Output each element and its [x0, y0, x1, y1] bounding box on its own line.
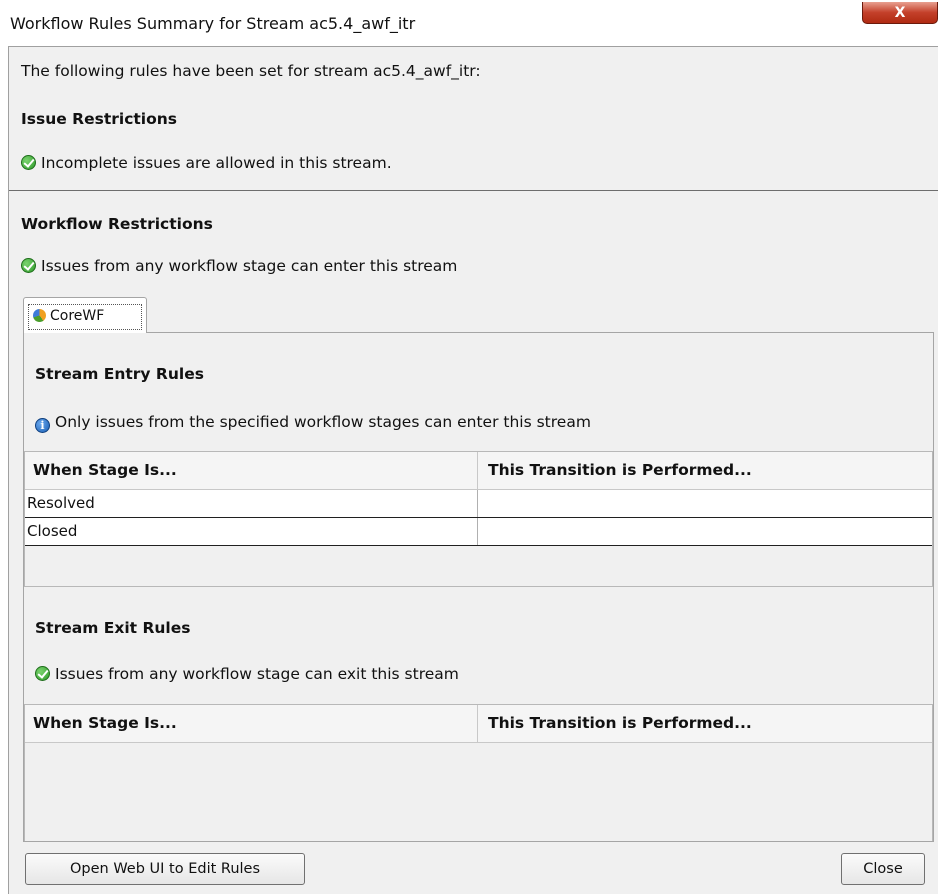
- workflow-restrictions-message: Issues from any workflow stage can enter…: [41, 257, 458, 275]
- check-circle-icon: [35, 666, 50, 681]
- window-title: Workflow Rules Summary for Stream ac5.4_…: [10, 14, 416, 33]
- stream-entry-rules-heading: Stream Entry Rules: [35, 365, 204, 383]
- entry-rules-status: i Only issues from the specified workflow…: [35, 413, 591, 433]
- open-web-ui-button[interactable]: Open Web UI to Edit Rules: [25, 853, 305, 885]
- window-close-button[interactable]: X: [862, 2, 938, 24]
- issue-restrictions-status: Incomplete issues are allowed in this st…: [21, 154, 392, 172]
- workflow-restrictions-status: Issues from any workflow stage can enter…: [21, 257, 457, 275]
- issue-restrictions-message: Incomplete issues are allowed in this st…: [41, 154, 392, 172]
- column-header-transition[interactable]: This Transition is Performed...: [478, 452, 933, 490]
- cell-stage: Resolved: [25, 490, 478, 517]
- workflow-icon: [33, 309, 46, 322]
- column-header-stage[interactable]: When Stage Is...: [25, 705, 478, 743]
- dialog-body: The following rules have been set for st…: [8, 46, 938, 894]
- cell-stage: Closed: [25, 518, 478, 545]
- workflow-restrictions-heading: Workflow Restrictions: [21, 215, 213, 233]
- tab-panel-corewf: Stream Entry Rules i Only issues from the…: [23, 332, 934, 842]
- entry-rules-table[interactable]: When Stage Is... This Transition is Perf…: [24, 451, 933, 587]
- exit-rules-status: Issues from any workflow stage can exit …: [35, 665, 459, 683]
- tab-focus-ring: CoreWF: [28, 304, 142, 330]
- cell-transition: [478, 518, 933, 545]
- exit-rules-message: Issues from any workflow stage can exit …: [55, 665, 459, 683]
- table-header: When Stage Is... This Transition is Perf…: [25, 705, 932, 743]
- close-icon: X: [894, 4, 906, 21]
- column-header-stage[interactable]: When Stage Is...: [25, 452, 478, 490]
- column-header-transition[interactable]: This Transition is Performed...: [478, 705, 933, 743]
- entry-rules-message: Only issues from the specified workflow …: [55, 413, 591, 431]
- check-circle-icon: [21, 258, 36, 273]
- section-divider: [9, 190, 938, 191]
- stream-exit-rules-heading: Stream Exit Rules: [35, 619, 191, 637]
- cell-transition: [478, 490, 933, 517]
- exit-rules-table[interactable]: When Stage Is... This Transition is Perf…: [24, 704, 933, 841]
- info-icon: i: [35, 418, 50, 433]
- close-button[interactable]: Close: [841, 853, 925, 885]
- tab-corewf[interactable]: CoreWF: [23, 297, 147, 333]
- issue-restrictions-heading: Issue Restrictions: [21, 110, 178, 128]
- table-header: When Stage Is... This Transition is Perf…: [25, 452, 932, 490]
- table-row[interactable]: Closed: [25, 518, 932, 546]
- tab-label: CoreWF: [50, 308, 105, 324]
- intro-text: The following rules have been set for st…: [21, 62, 481, 80]
- title-bar: Workflow Rules Summary for Stream ac5.4_…: [0, 0, 938, 46]
- table-row[interactable]: Resolved: [25, 490, 932, 518]
- check-circle-icon: [21, 155, 36, 170]
